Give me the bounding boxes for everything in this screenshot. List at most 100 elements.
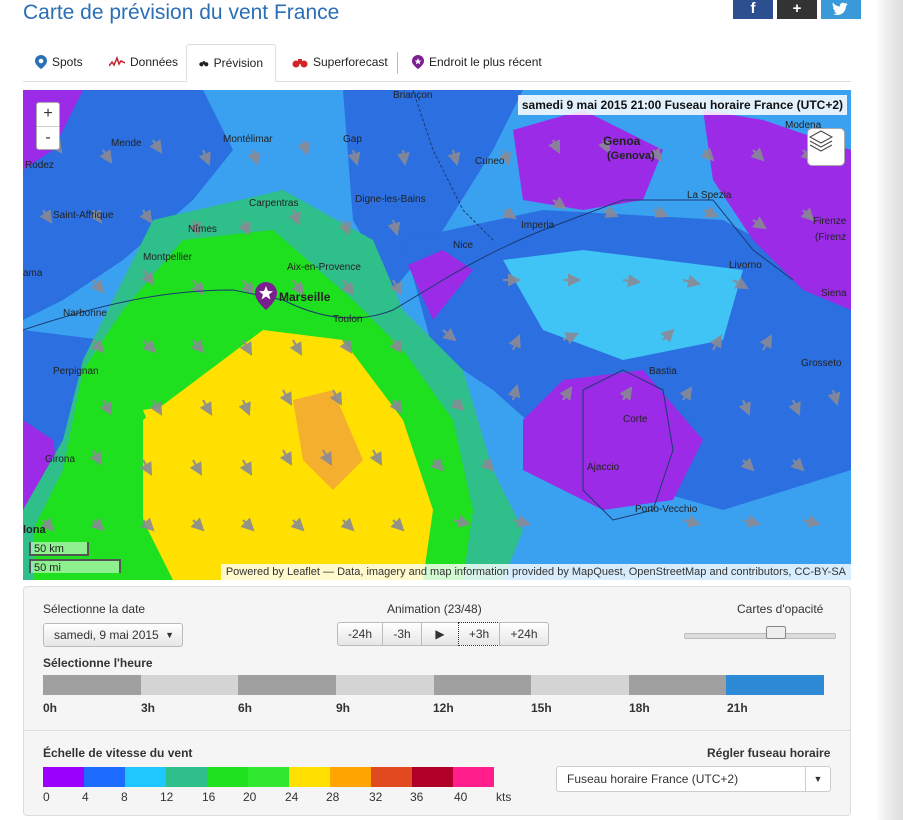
wind-scale-tick: 8 (121, 790, 128, 804)
hour-tick: 6h (238, 701, 253, 715)
wind-scale-swatch (166, 767, 207, 787)
map-labels: Briançon Montélimar Mende Gap Cuneo Rode… (23, 90, 851, 580)
twitter-button[interactable] (821, 0, 861, 19)
animation-label: Animation (23/48) (387, 602, 482, 616)
hour-segment-6[interactable] (238, 675, 336, 695)
wind-scale-swatch (248, 767, 289, 787)
wind-scale-tick: 32 (369, 790, 383, 804)
tab-label: Spots (52, 55, 83, 69)
plus-24h-button[interactable]: +24h (499, 622, 549, 646)
timezone-value: Fuseau horaire France (UTC+2) (567, 772, 739, 786)
wind-scale-tick: 40 (454, 790, 468, 804)
timezone-label: Régler fuseau horaire (707, 746, 831, 760)
place-label: Marseille (279, 290, 331, 304)
hour-segment-12[interactable] (433, 675, 532, 695)
place-label: La Spezia (687, 190, 732, 201)
wind-scale-swatch (289, 767, 330, 787)
place-label: Ajaccio (587, 462, 620, 473)
tab-recent[interactable]: Endroit le plus récent (400, 44, 554, 80)
place-label: Porto-Vecchio (635, 504, 698, 515)
wind-scale-tick: 20 (243, 790, 257, 804)
layers-icon (808, 130, 834, 152)
wind-scale-legend (43, 767, 494, 787)
wind-scale-swatch (43, 767, 84, 787)
wind-scale-label: Échelle de vitesse du vent (43, 746, 193, 760)
opacity-slider-track[interactable] (684, 633, 836, 639)
place-label: Rodez (25, 160, 54, 171)
wind-scale-swatch (453, 767, 494, 787)
hour-segment-15[interactable] (531, 675, 629, 695)
layers-button[interactable] (807, 128, 845, 166)
date-value: samedi, 9 mai 2015 (54, 628, 159, 642)
spot-icon (35, 55, 47, 69)
place-label: Narbonne (63, 308, 107, 319)
play-button[interactable]: ▶ (421, 622, 459, 646)
tab-bar: Spots Données Prévision Superforecast En… (23, 44, 851, 82)
chevron-down-icon: ▼ (805, 767, 830, 791)
page-edge (875, 0, 903, 820)
wind-scale-swatch (207, 767, 248, 787)
tab-superforecast[interactable]: Superforecast (280, 44, 400, 80)
zoom-in-button[interactable]: + (37, 103, 59, 126)
place-label: Bastia (649, 366, 677, 377)
place-label: Montélimar (223, 134, 273, 145)
binoculars-red-icon (292, 59, 308, 68)
wind-scale-swatch (125, 767, 166, 787)
wind-scale-swatch (371, 767, 412, 787)
wind-map[interactable]: Briançon Montélimar Mende Gap Cuneo Rode… (23, 90, 851, 580)
hour-label: Sélectionne l'heure (43, 656, 153, 670)
zoom-out-button[interactable]: - (37, 126, 59, 150)
tab-prevision[interactable]: Prévision (186, 44, 276, 82)
place-label: Nîmes (188, 224, 217, 235)
hour-segment-21-selected[interactable] (726, 675, 824, 695)
date-dropdown[interactable]: samedi, 9 mai 2015 ▼ (43, 623, 183, 647)
map-attribution: Powered by Leaflet — Data, imagery and m… (220, 564, 851, 580)
minus-24h-button[interactable]: -24h (337, 622, 383, 646)
scale-mi: 50 mi (29, 559, 121, 574)
tab-donnees[interactable]: Données (97, 44, 190, 80)
tab-label: Endroit le plus récent (429, 55, 542, 69)
place-label: Siena (821, 288, 847, 299)
place-label: lona (23, 524, 46, 536)
share-plus-button[interactable]: + (777, 0, 817, 19)
wind-scale-swatch (412, 767, 453, 787)
hour-segment-0[interactable] (43, 675, 141, 695)
tab-label: Prévision (213, 56, 263, 70)
place-label: Aix-en-Provence (287, 262, 361, 273)
wind-scale-tick: 4 (82, 790, 89, 804)
wind-scale-tick: 24 (285, 790, 299, 804)
place-label: ama (23, 268, 43, 279)
facebook-button[interactable]: f (733, 0, 773, 19)
hour-segment-18[interactable] (628, 675, 727, 695)
place-label: Saint-Affrique (53, 210, 114, 221)
hour-tick: 12h (433, 701, 454, 715)
tab-label: Superforecast (313, 55, 388, 69)
hour-segment-9[interactable] (335, 675, 434, 695)
timezone-select[interactable]: Fuseau horaire France (UTC+2) ▼ (556, 766, 831, 792)
wind-scale-unit: kts (496, 790, 512, 804)
hour-segment-3[interactable] (140, 675, 239, 695)
tab-separator (397, 52, 398, 74)
plus-3h-button[interactable]: +3h (458, 622, 500, 646)
place-label: Corte (623, 414, 648, 425)
place-label: Grosseto (801, 358, 842, 369)
hour-selector (43, 675, 824, 695)
opacity-slider-handle[interactable] (766, 626, 786, 639)
place-label: Imperia (521, 220, 555, 231)
place-label: Nice (453, 240, 474, 251)
data-chart-icon (109, 56, 125, 67)
hour-tick: 15h (531, 701, 552, 715)
place-label: Briançon (393, 90, 433, 101)
tab-spots[interactable]: Spots (23, 44, 95, 80)
wind-scale-swatch (330, 767, 371, 787)
date-label: Sélectionne la date (43, 602, 146, 616)
hour-tick: 3h (141, 701, 156, 715)
wind-scale-tick: 28 (326, 790, 340, 804)
marseille-star-marker[interactable] (255, 282, 277, 310)
place-label: Montpellier (143, 252, 192, 263)
minus-3h-button[interactable]: -3h (382, 622, 422, 646)
place-label: (Genova) (607, 150, 655, 162)
zoom-control: + - (36, 102, 60, 150)
place-label: Genoa (603, 134, 641, 148)
hour-tick: 21h (727, 701, 748, 715)
